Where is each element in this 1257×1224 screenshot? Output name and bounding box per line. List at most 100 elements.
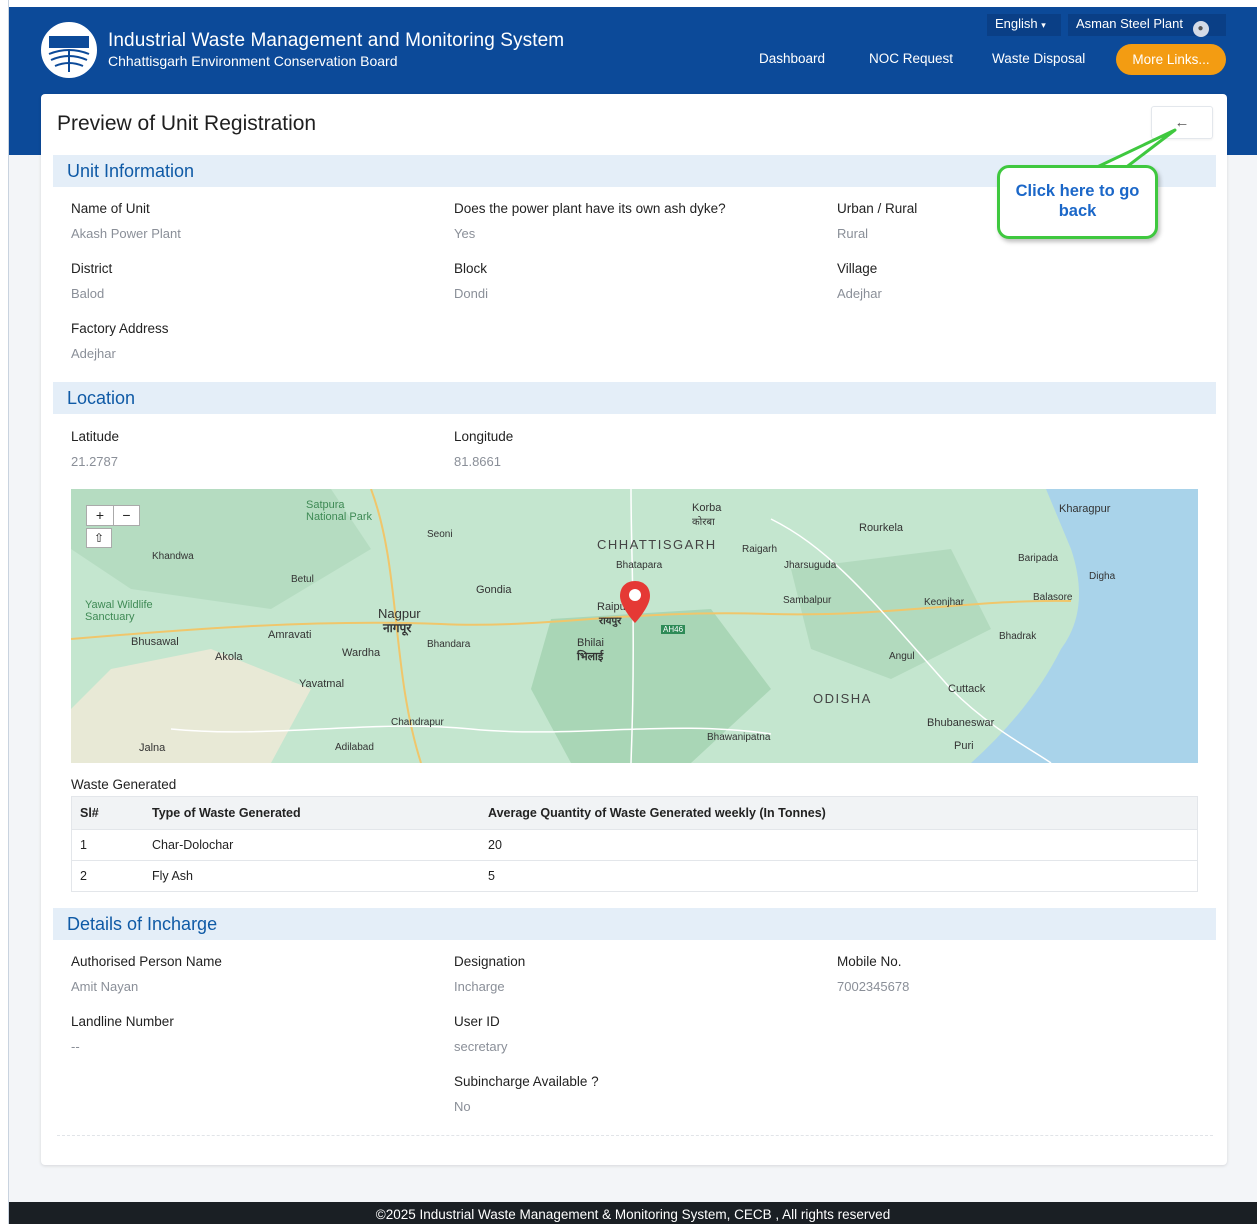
map-label: Satpura National Park <box>306 499 373 523</box>
page-title: Preview of Unit Registration <box>57 112 317 135</box>
mobile-label: Mobile No. <box>837 954 902 969</box>
map-label: Jalna <box>139 742 166 754</box>
landline-label: Landline Number <box>71 1014 174 1029</box>
user-name: Asman Steel Plant <box>1076 16 1183 31</box>
map-label: Bhatapara <box>616 560 663 571</box>
map-label: Seoni <box>427 529 453 540</box>
factory-address-value: Adejhar <box>71 346 116 361</box>
map-label: भिलाई <box>577 651 604 663</box>
designation-label: Designation <box>454 954 526 969</box>
nav-dashboard[interactable]: Dashboard <box>759 51 825 66</box>
divider <box>57 1135 1213 1136</box>
more-links-button[interactable]: More Links... <box>1116 44 1226 75</box>
location-map[interactable]: Satpura National Park Korba कोरबा Rourke… <box>71 489 1198 763</box>
subincharge-value: No <box>454 1099 471 1114</box>
designation-value: Incharge <box>454 979 505 994</box>
arrow-left-icon: ← <box>1174 114 1190 131</box>
district-label: District <box>71 261 113 276</box>
map-label: Wardha <box>342 647 381 659</box>
user-menu[interactable]: Asman Steel Plant ● <box>1068 14 1226 37</box>
map-label: Raigarh <box>742 544 778 555</box>
map-label: नागपूर <box>383 621 412 635</box>
zoom-in-button[interactable]: + <box>87 506 113 525</box>
block-value: Dondi <box>454 286 488 301</box>
chevron-down-icon: ▾ <box>1041 20 1046 30</box>
map-label: Gondia <box>476 584 512 596</box>
app-title: Industrial Waste Management and Monitori… <box>108 30 565 51</box>
map-label: Baripada <box>1018 553 1059 564</box>
map-label: Bhandara <box>427 639 471 650</box>
landline-value: -- <box>71 1039 80 1054</box>
section-details-of-incharge: Details of Incharge <box>53 908 1216 940</box>
block-label: Block <box>454 261 488 276</box>
map-label: Cuttack <box>948 683 986 695</box>
map-label: Yawal Wildlife Sanctuary <box>85 599 153 623</box>
table-cell: 1 <box>72 828 144 860</box>
map-label: Amravati <box>268 629 312 641</box>
map-label: CHHATTISGARH <box>597 537 717 552</box>
map-label: Yavatmal <box>299 678 345 690</box>
user-id-value: secretary <box>454 1039 508 1054</box>
page-left-border <box>0 0 9 1224</box>
map-label: Betul <box>291 574 314 585</box>
footer: ©2025 Industrial Waste Management & Moni… <box>9 1202 1257 1224</box>
column-header: Sl# <box>72 797 144 829</box>
ash-dyke-label: Does the power plant have its own ash dy… <box>454 201 726 216</box>
village-label: Village <box>837 261 878 276</box>
map-label: Bhusawal <box>131 636 179 648</box>
map-label: Jharsuguda <box>784 560 837 571</box>
longitude-value: 81.8661 <box>454 454 501 469</box>
authorised-person-value: Amit Nayan <box>71 979 139 994</box>
table-cell: Fly Ash <box>144 859 480 891</box>
highway-badge: AH46 <box>661 625 686 634</box>
map-label: Bhawanipatna <box>707 732 771 743</box>
table-cell: Char-Dolochar <box>144 828 480 860</box>
go-back-callout: Click here to go back <box>997 165 1158 239</box>
longitude-label: Longitude <box>454 429 514 444</box>
location-pin-icon[interactable] <box>620 581 650 623</box>
map-label: Bhubaneswar <box>927 717 995 729</box>
map-label: Bhilai <box>577 637 604 649</box>
waste-generated-label: Waste Generated <box>71 777 177 792</box>
user-avatar-icon: ● <box>1192 21 1209 37</box>
app-subtitle: Chhattisgarh Environment Conservation Bo… <box>108 53 398 69</box>
map-label: Digha <box>1089 571 1116 582</box>
language-select[interactable]: English ▾ <box>987 14 1061 36</box>
map-label: Khandwa <box>152 551 194 562</box>
mobile-value: 7002345678 <box>837 979 910 994</box>
cecb-logo[interactable] <box>41 22 97 78</box>
map-label: रायपुर <box>599 616 622 627</box>
column-header: Type of Waste Generated <box>144 797 480 829</box>
district-value: Balod <box>71 286 105 301</box>
ash-dyke-value: Yes <box>454 226 476 241</box>
map-label: Korba <box>692 502 722 514</box>
zoom-out-button[interactable]: − <box>113 506 139 525</box>
map-label: कोरबा <box>692 517 715 528</box>
table-row: 2 Fly Ash 5 <box>72 859 1197 891</box>
user-id-label: User ID <box>454 1014 500 1029</box>
authorised-person-label: Authorised Person Name <box>71 954 222 969</box>
map-zoom-controls: + − <box>86 505 140 526</box>
table-row: 1 Char-Dolochar 20 <box>72 828 1197 860</box>
table-cell: 20 <box>480 828 1197 860</box>
map-label: ODISHA <box>813 691 872 706</box>
map-orientation-button[interactable]: ⇧ <box>86 528 112 548</box>
table-cell: 2 <box>72 859 144 891</box>
top-strip <box>9 0 1257 7</box>
nav-waste-disposal[interactable]: Waste Disposal <box>992 51 1085 66</box>
section-location: Location <box>53 382 1216 414</box>
waste-table: Sl# Type of Waste Generated Average Quan… <box>71 796 1198 892</box>
unit-name-label: Name of Unit <box>71 201 150 216</box>
back-button[interactable]: ← <box>1151 106 1213 139</box>
table-cell: 5 <box>480 859 1197 891</box>
map-label: Angul <box>889 651 915 662</box>
map-label: Rourkela <box>859 522 904 534</box>
latitude-value: 21.2787 <box>71 454 118 469</box>
map-label: Chandrapur <box>391 717 444 728</box>
nav-noc-request[interactable]: NOC Request <box>869 51 953 66</box>
map-label: Adilabad <box>335 742 374 753</box>
table-header-row: Sl# Type of Waste Generated Average Quan… <box>72 797 1197 829</box>
map-label: Sambalpur <box>783 595 832 606</box>
village-value: Adejhar <box>837 286 882 301</box>
unit-name-value: Akash Power Plant <box>71 226 181 241</box>
